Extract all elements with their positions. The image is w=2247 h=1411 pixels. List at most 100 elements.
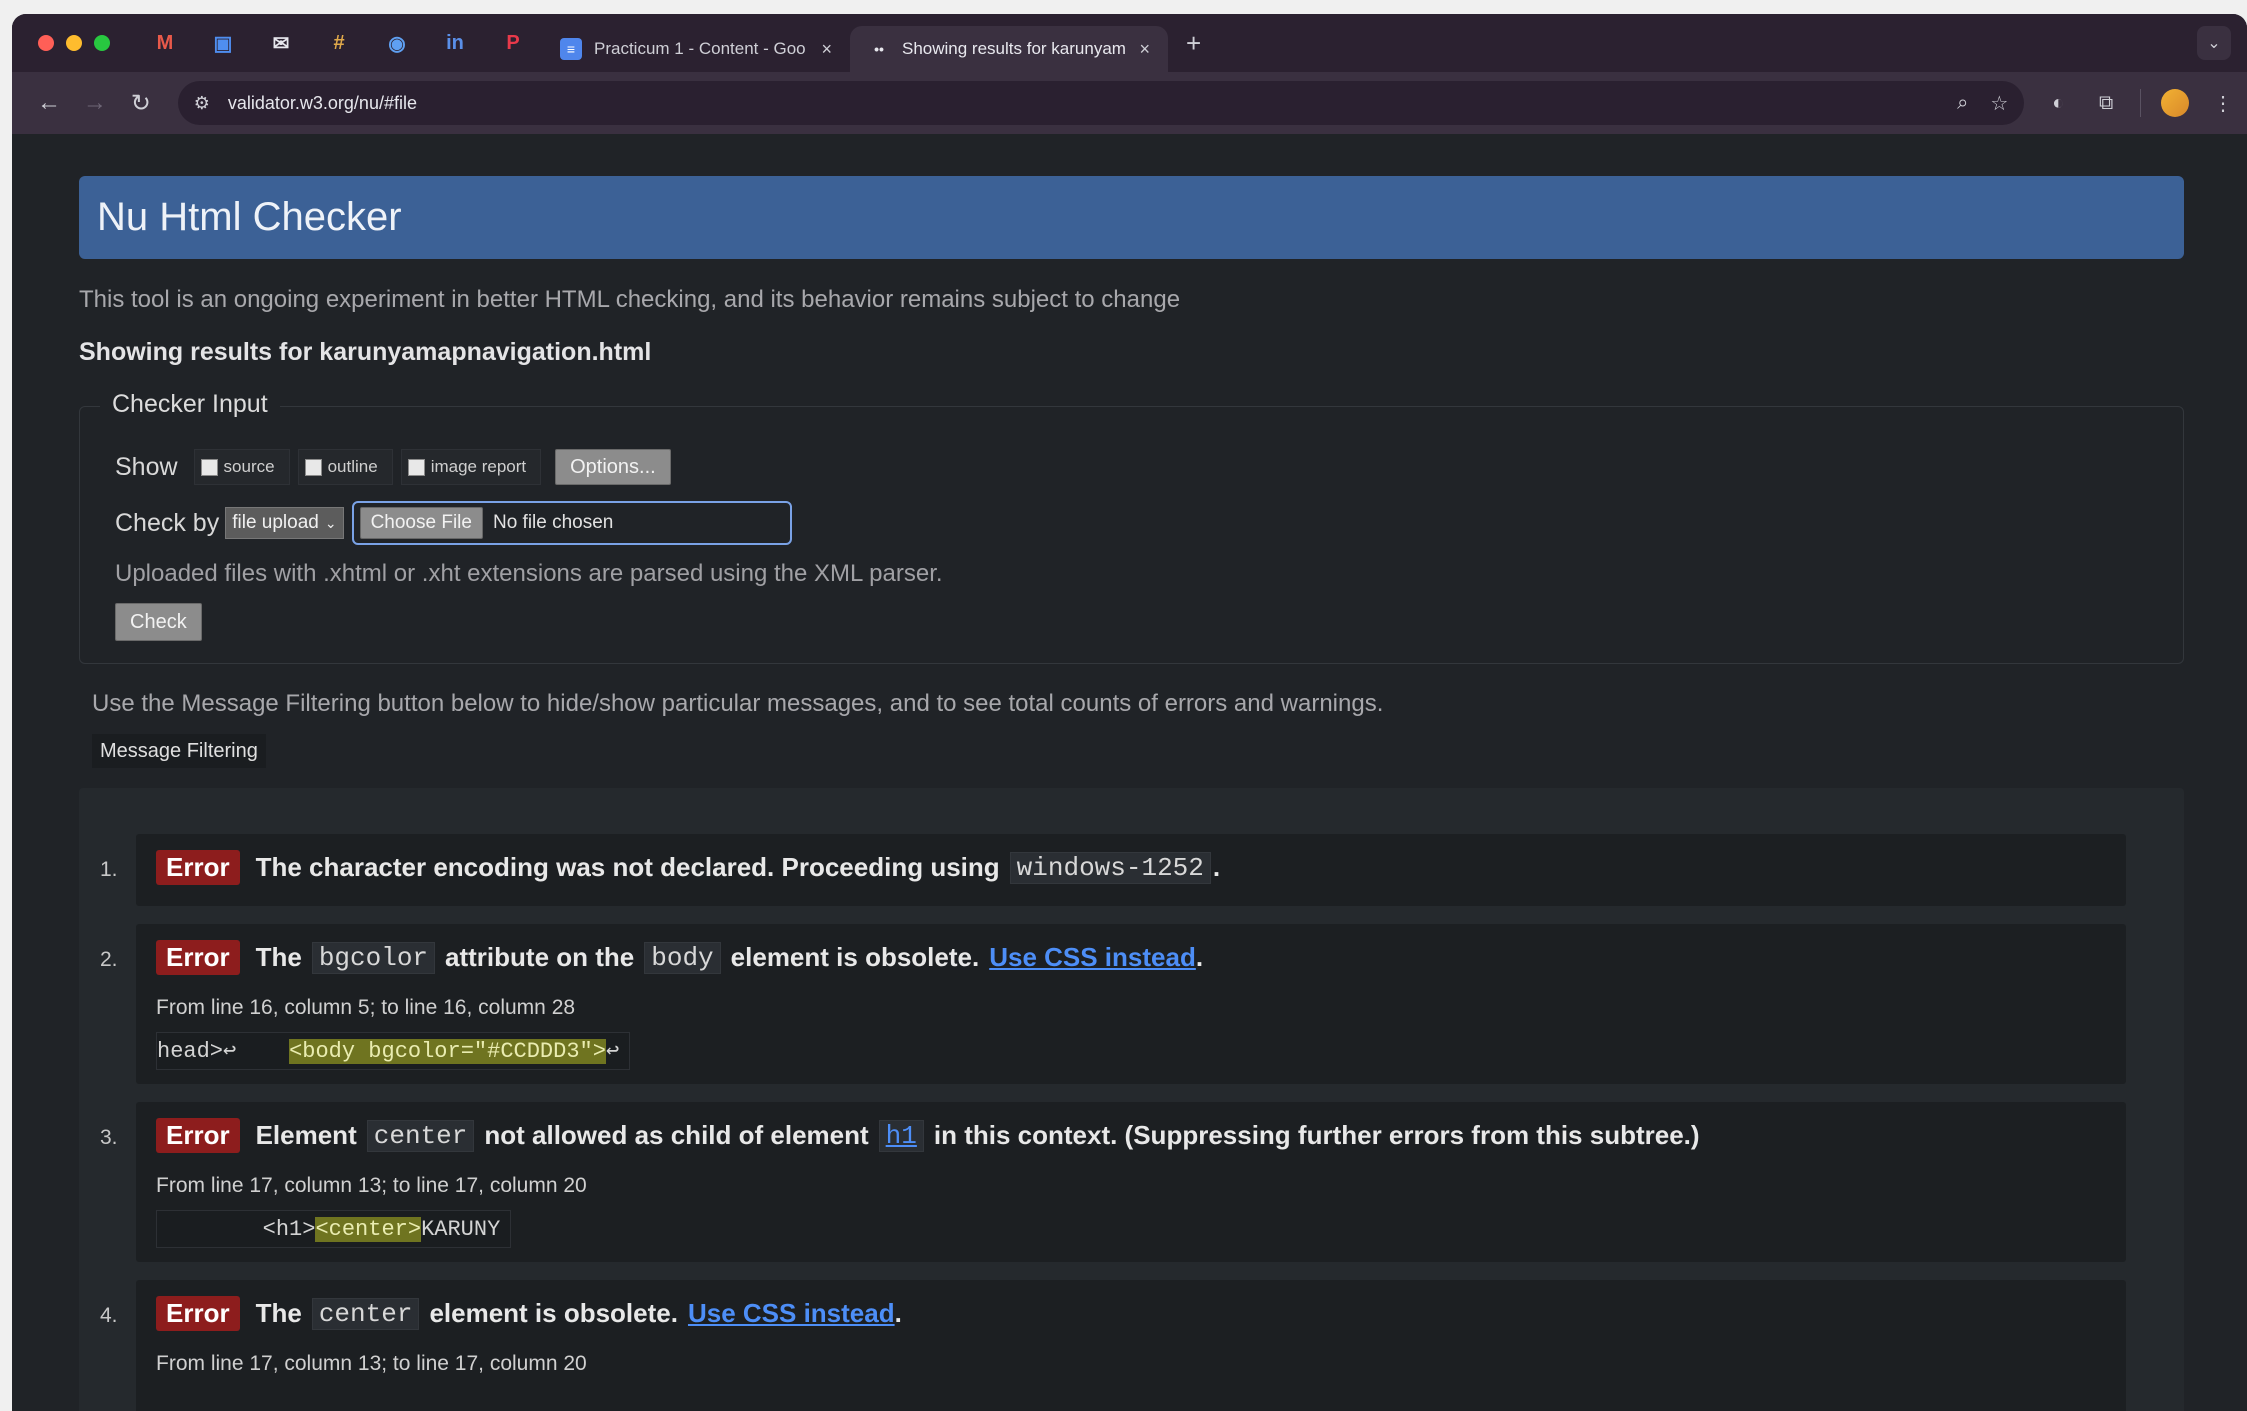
use-css-link[interactable]: Use CSS instead [989, 942, 1196, 973]
message-segment: element is obsolete. [429, 1298, 678, 1328]
message-number: 1. [100, 858, 118, 881]
use-css-link[interactable]: Use CSS instead [688, 1298, 895, 1329]
extract-context: head>↩ [157, 1039, 290, 1064]
file-input[interactable]: Choose File No file chosen [351, 501, 792, 545]
extension-icon[interactable]: ◐ [2034, 92, 2082, 115]
message-number: 4. [100, 1304, 118, 1327]
show-source-checkbox[interactable]: source [193, 449, 290, 485]
message-location: From line 16, column 5; to line 16, colu… [156, 996, 576, 1019]
extract-context: KARUNY [421, 1216, 501, 1242]
intro-text: This tool is an ongoing experiment in be… [79, 286, 1181, 313]
address-bar[interactable]: ⚙ validator.w3.org/nu/#file ⌕ ☆ [177, 81, 2025, 125]
code-snippet: windows-1252 [1009, 851, 1211, 884]
gmail-icon[interactable]: M [136, 23, 194, 63]
show-outline-checkbox[interactable]: outline [297, 449, 393, 485]
chevron-down-icon: ⌄ [324, 514, 337, 531]
checkbox-box[interactable] [407, 458, 425, 476]
new-tab-button[interactable]: + [1186, 28, 1201, 59]
message-segment: not allowed as child of element [484, 1120, 869, 1150]
page-content: Nu Html Checker This tool is an ongoing … [12, 134, 2247, 1411]
close-window-button[interactable] [38, 35, 54, 51]
check-button[interactable]: Check [115, 603, 202, 641]
code-snippet: bgcolor [311, 941, 436, 974]
results-list: 1. Error The character encoding was not … [79, 788, 2184, 1411]
close-icon[interactable]: × [821, 39, 832, 60]
mail-icon[interactable]: ✉ [252, 23, 310, 63]
message-segment: The [255, 1298, 302, 1328]
h1-element-link[interactable]: h1 [878, 1119, 924, 1152]
extract-highlight: <center> [315, 1216, 422, 1242]
message-number: 3. [100, 1126, 118, 1149]
show-image-report-checkbox[interactable]: image report [400, 449, 542, 485]
profile-avatar[interactable] [2161, 89, 2190, 117]
message-text: Error Element center not allowed as chil… [156, 1118, 1700, 1153]
zoom-icon[interactable]: ⌕ [1957, 92, 1968, 115]
message-filtering-button[interactable]: Message Filtering [92, 734, 266, 768]
bookmark-star-icon[interactable]: ☆ [1990, 91, 2008, 116]
extract-context: <h1> [157, 1216, 316, 1242]
check-by-label: Check by [115, 508, 220, 537]
checkbox-label: source [223, 457, 275, 476]
maximize-window-button[interactable] [94, 35, 110, 51]
message-segment: The [255, 942, 302, 972]
check-by-row: Check by file upload ⌄ Choose File No fi… [115, 501, 792, 545]
reload-icon[interactable]: ↻ [118, 80, 164, 126]
url-text[interactable]: validator.w3.org/nu/#file [228, 93, 1935, 114]
file-status: No file chosen [492, 512, 614, 533]
message-segment: . [894, 1298, 902, 1328]
extract-context: ↩ [605, 1039, 620, 1064]
checkbox-box[interactable] [304, 458, 322, 476]
close-icon[interactable]: × [1139, 39, 1150, 60]
extensions-puzzle-icon[interactable]: ⧉ [2082, 92, 2130, 115]
tab-validator-results[interactable]: •• Showing results for karunyam × [850, 26, 1168, 72]
tab-practicum[interactable]: ≡ Practicum 1 - Content - Goo × [542, 26, 850, 72]
pinterest-icon[interactable]: P [484, 23, 542, 63]
pinned-tabs: M ▣ ✉ # ◉ in P [136, 23, 542, 63]
tab-title: Practicum 1 - Content - Goo [594, 39, 806, 58]
check-by-select[interactable]: file upload ⌄ [225, 507, 344, 539]
checker-input-legend: Checker Input [100, 390, 280, 419]
message-segment: element is obsolete. [730, 942, 980, 972]
message-segment: . [1212, 852, 1221, 882]
code-snippet: center [366, 1119, 475, 1152]
error-badge: Error [156, 940, 240, 975]
checkbox-box[interactable] [200, 458, 218, 476]
checkbox-label: image report [430, 457, 527, 476]
slack-icon[interactable]: # [310, 23, 368, 63]
message-text: Error The center element is obsolete. Us… [156, 1296, 902, 1331]
w3c-icon: •• [874, 41, 884, 57]
toolbar-divider [2140, 89, 2142, 117]
window-controls [38, 35, 110, 51]
message-location: From line 17, column 13; to line 17, col… [156, 1174, 587, 1197]
code-snippet: body [644, 941, 721, 974]
message-location: From line 17, column 13; to line 17, col… [156, 1352, 587, 1375]
options-button[interactable]: Options... [555, 449, 671, 485]
filter-note: Use the Message Filtering button below t… [92, 690, 1384, 717]
extract-highlight: <body bgcolor="#CCDDD3"> [289, 1038, 606, 1064]
list-item: 1. Error The character encoding was not … [100, 834, 2126, 906]
minimize-window-button[interactable] [66, 35, 82, 51]
show-options-row: Show source outline image report Options… [115, 449, 671, 485]
error-badge: Error [156, 1296, 240, 1331]
code-snippet: center [311, 1297, 420, 1330]
message-segment: attribute on the [445, 942, 635, 972]
message-segment: The character encoding was not declared.… [255, 852, 1000, 882]
back-arrow-icon[interactable]: ← [26, 80, 72, 126]
forward-arrow-icon[interactable]: → [72, 80, 118, 126]
google-meet-icon[interactable]: ▣ [194, 23, 252, 63]
linkedin-icon[interactable]: in [426, 23, 484, 63]
upload-note: Uploaded files with .xhtml or .xht exten… [115, 560, 943, 587]
code-extract: <h1> <center> KARUNY [156, 1210, 512, 1248]
chrome-icon[interactable]: ◉ [368, 23, 426, 63]
checkbox-label: outline [327, 457, 378, 476]
choose-file-button[interactable]: Choose File [359, 507, 483, 539]
site-settings-icon[interactable]: ⚙ [194, 93, 210, 114]
tab-title: Showing results for karunyam [902, 39, 1126, 58]
code-extract: head>↩ <body bgcolor="#CCDDD3"> ↩ [156, 1032, 631, 1070]
error-badge: Error [156, 1118, 240, 1153]
tab-search-chevron-icon[interactable]: ⌄ [2197, 26, 2231, 60]
browser-window: M ▣ ✉ # ◉ in P ≡ Practicum 1 - Content -… [12, 14, 2247, 1411]
menu-kebab-icon[interactable]: ⋮ [2199, 91, 2247, 116]
error-badge: Error [156, 850, 240, 885]
message-text: Error The character encoding was not dec… [156, 850, 1220, 885]
